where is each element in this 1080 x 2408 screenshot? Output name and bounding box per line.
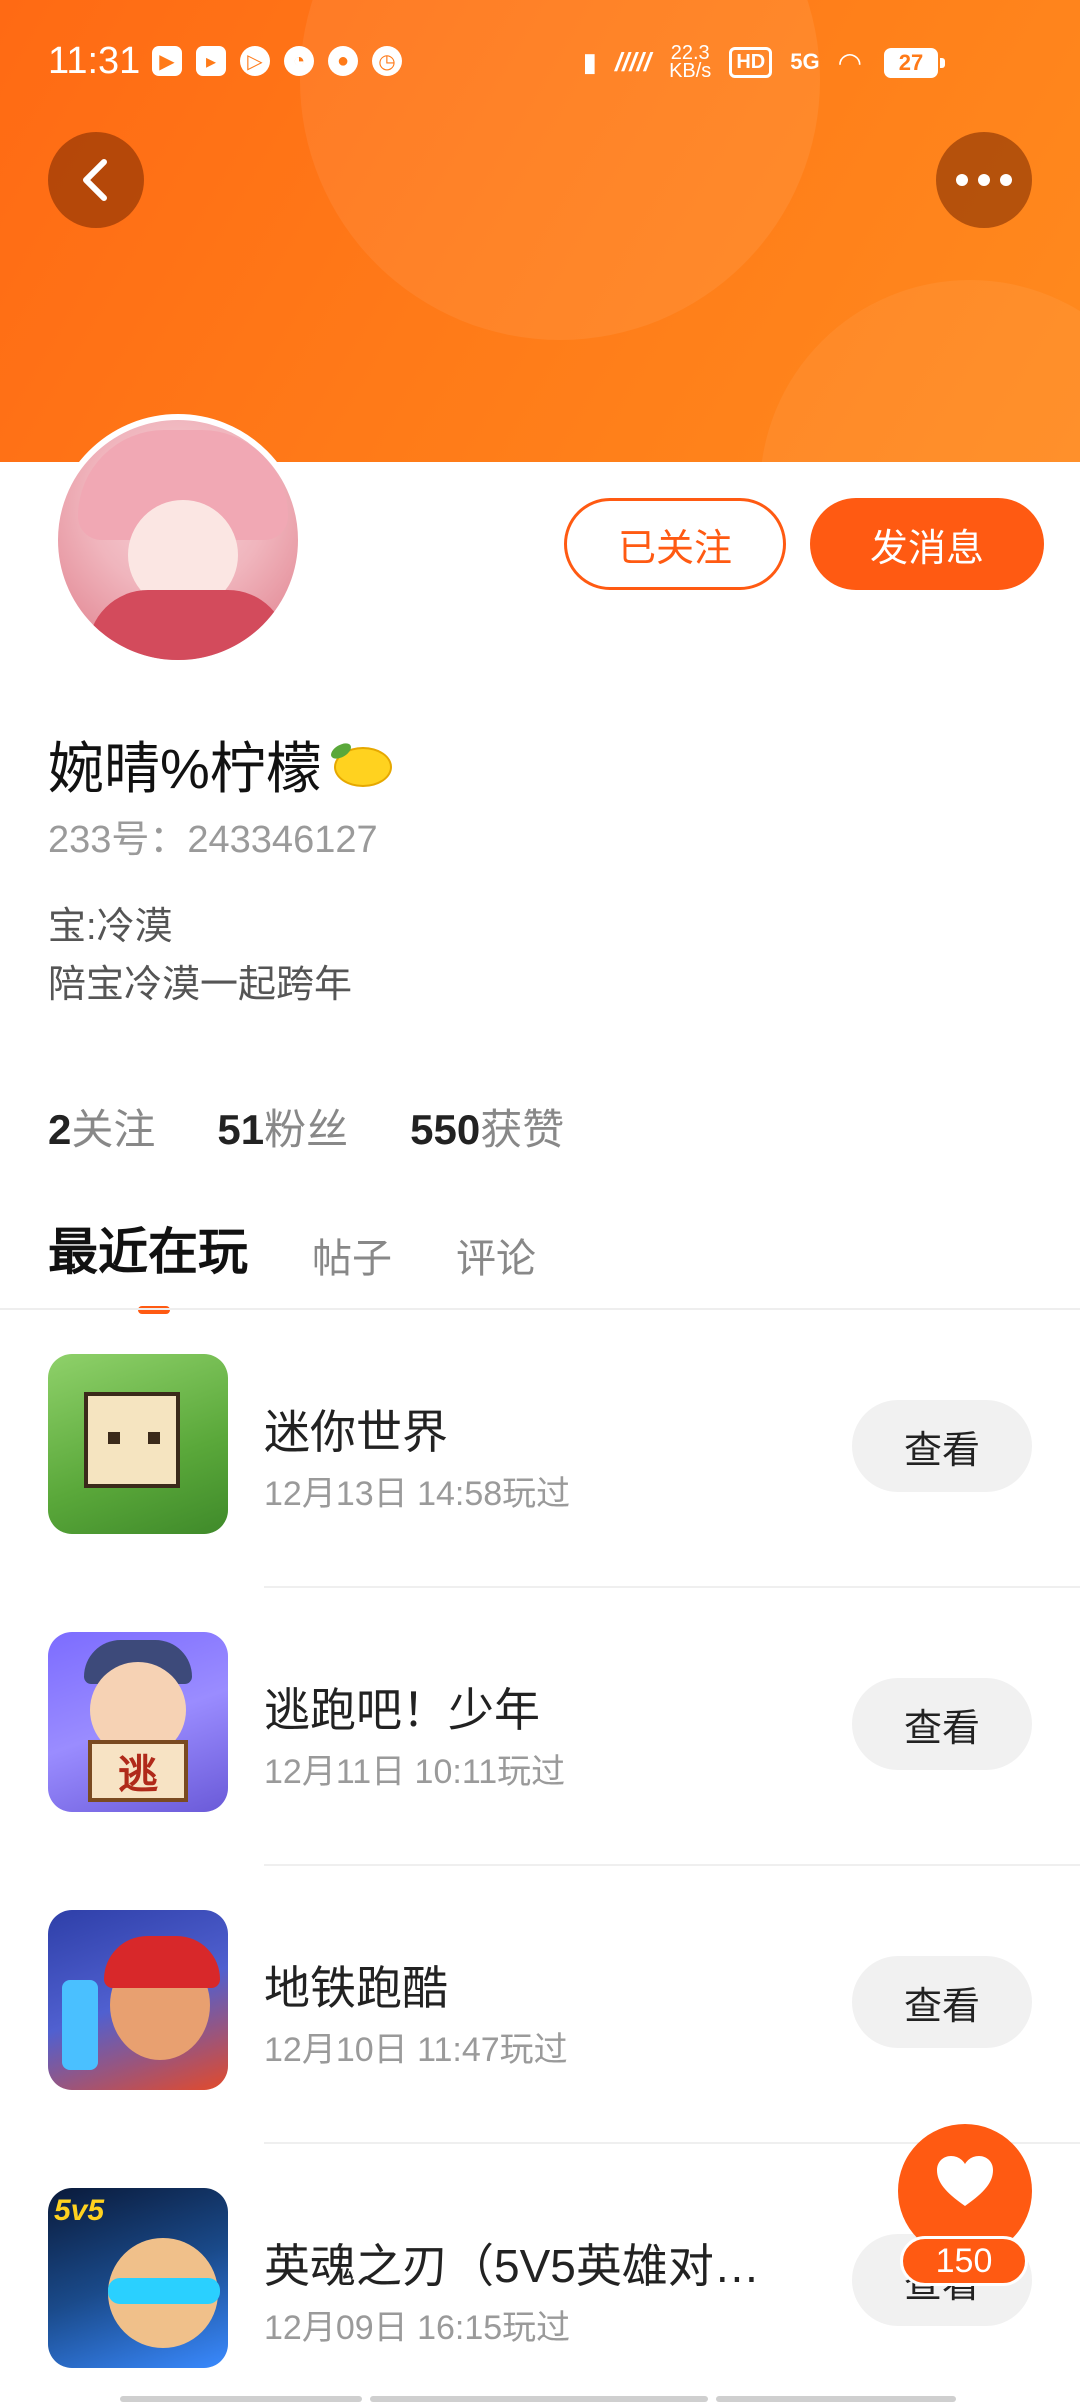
game-list-item[interactable]: 迷你世界 12月13日 14:58玩过 查看 [0,1310,1080,1588]
likes-count: 550 [410,1106,481,1153]
bottom-gesture-bar [120,2396,956,2402]
game-list-item[interactable]: 逃 逃跑吧！少年 12月11日 10:11玩过 查看 [0,1588,1080,1866]
game-list-item[interactable]: 地铁跑酷 12月10日 11:47玩过 查看 [0,1866,1080,2144]
soul-blade-game-icon[interactable]: 5v5 [48,2188,228,2368]
profile-stats: 2关注 51粉丝 550获赞 [48,1096,564,1157]
gesture-segment [716,2396,956,2402]
user-avatar[interactable] [52,414,304,666]
more-dot-icon [956,174,968,186]
vibrate-icon: ▮ [582,46,597,77]
gesture-segment [370,2396,708,2402]
tab-recently-played[interactable]: 最近在玩 [48,1212,248,1314]
view-game-button[interactable]: 查看 [852,1678,1032,1770]
network-speed: 22.3 KB/s [669,42,712,82]
bio-line: 陪宝冷漠一起跨年 [48,964,353,1006]
following-label: 关注 [71,1106,156,1153]
fans-label: 粉丝 [264,1106,349,1153]
5v5-badge-text: 5v5 [54,2194,105,2227]
back-button[interactable] [48,132,144,228]
tab-comments[interactable]: 评论 [456,1226,536,1284]
more-options-button[interactable] [936,132,1032,228]
play-app-icon: ▷ [240,46,270,76]
gesture-segment [120,2396,362,2402]
game-app-icon: ● [328,46,358,76]
game-title: 地铁跑酷 [264,1962,448,2014]
likes-label: 获赞 [480,1106,565,1153]
more-dot-icon [978,174,990,186]
like-count-badge: 150 [900,2236,1028,2286]
following-count: 2 [48,1106,72,1153]
bio-line: 宝:冷漠 [48,906,173,948]
avatar-cloth [88,590,288,660]
game-played-time: 12月09日 16:15玩过 [264,2309,571,2347]
battery-indicator: 27 [884,48,945,78]
notification-icons: ▶ ▸ ▷ ◔ ● ◷ [152,46,402,76]
game-title: 逃跑吧！少年 [264,1684,540,1736]
mini-world-game-icon[interactable] [48,1354,228,1534]
tab-posts[interactable]: 帖子 [312,1226,392,1284]
more-dot-icon [1000,174,1012,186]
search-app-icon: ◔ [284,46,314,76]
view-game-button[interactable]: 查看 [852,1956,1032,2048]
game-played-time: 12月10日 11:47玩过 [264,2031,568,2069]
game-played-time: 12月13日 14:58玩过 [264,1475,571,1513]
send-message-button[interactable]: 发消息 [810,498,1044,590]
status-time: 11:31 [48,40,141,82]
hd-indicator: HD [729,46,773,78]
wifi-icon: ◠ [837,46,862,78]
game-played-time: 12月11日 10:11玩过 [264,1753,566,1791]
escape-game-icon[interactable]: 逃 [48,1632,228,1812]
likes-stat[interactable]: 550获赞 [410,1096,564,1157]
escape-sign-text: 逃 [88,1740,188,1802]
subway-surfers-game-icon[interactable] [48,1910,228,2090]
video-app-icon: ▶ [152,46,182,76]
username: 婉晴%柠檬 [48,724,394,805]
status-bar: 11:31 ▶ ▸ ▷ ◔ ● ◷ ▮ ///// 22.3 KB/s HD 5… [0,0,1080,130]
user-bio: 宝:冷漠 陪宝冷漠一起跨年 [48,898,352,1014]
game-title: 迷你世界 [264,1406,448,1458]
header-decoration [760,280,1080,462]
chevron-left-icon [83,159,107,201]
profile-tabs: 最近在玩 帖子 评论 [48,1212,536,1314]
fans-count: 51 [217,1106,265,1153]
username-text: 婉晴%柠檬 [48,737,322,800]
speed-app-icon: ◷ [372,46,402,76]
game-title: 英魂之刃（5V5英雄对… [264,2240,760,2292]
view-game-button[interactable]: 查看 [852,1400,1032,1492]
fans-stat[interactable]: 51粉丝 [217,1096,348,1157]
heart-icon [937,2156,993,2206]
lemon-emoji-icon [328,739,394,791]
bookmark-app-icon: ▸ [196,46,226,76]
network-type: 5G [790,49,820,74]
signal-strength-icon: ///// [614,46,652,77]
user-id: 233号：243346127 [48,819,378,861]
followed-button[interactable]: 已关注 [564,498,786,590]
following-stat[interactable]: 2关注 [48,1096,155,1157]
